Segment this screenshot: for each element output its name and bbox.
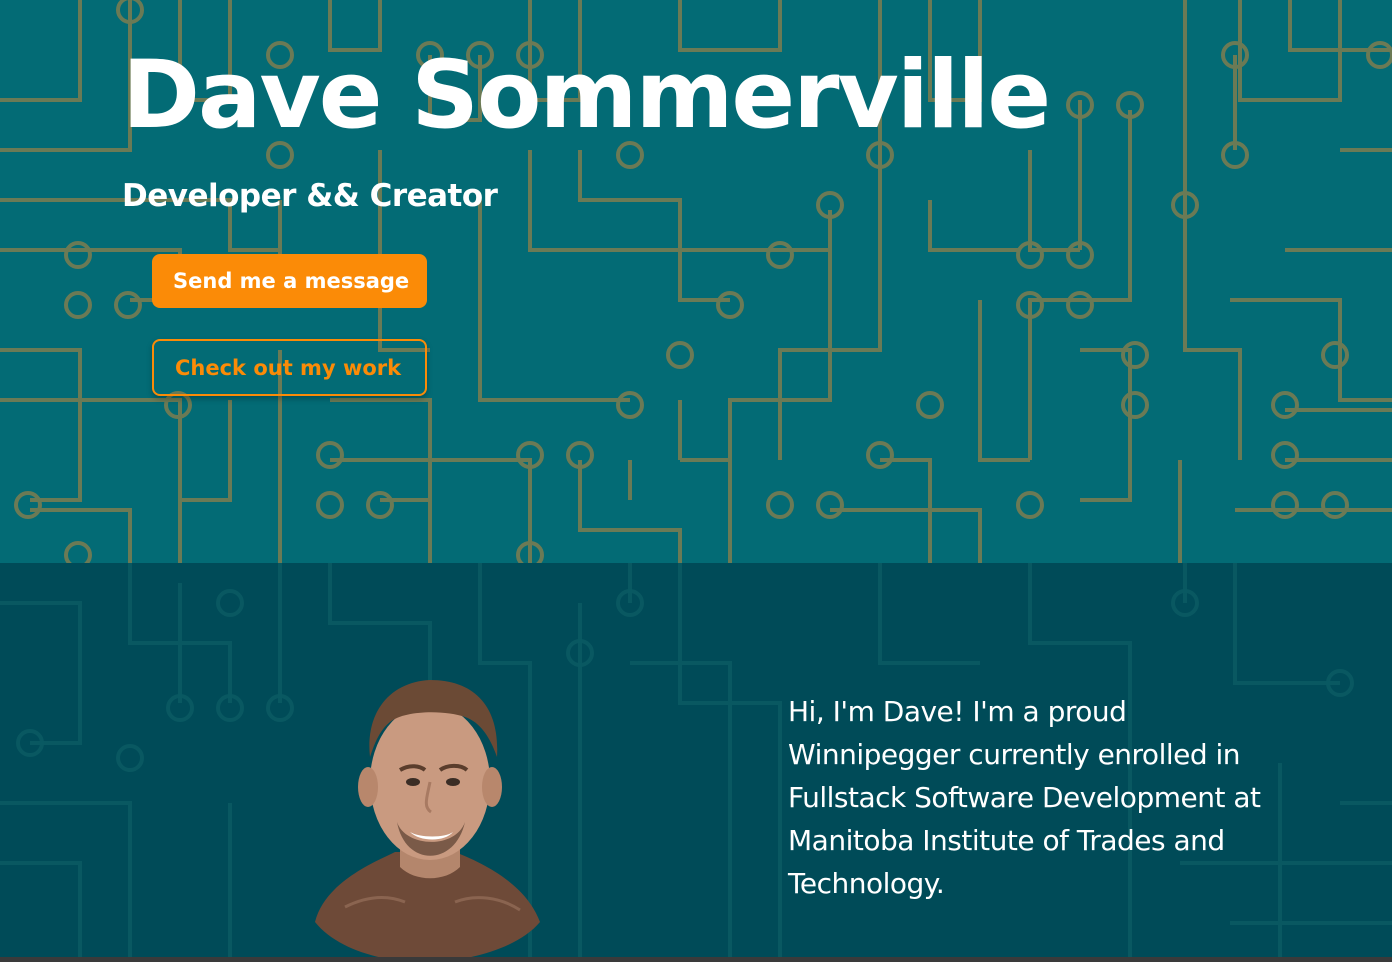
- section-divider: [0, 957, 1392, 962]
- intro-text: Hi, I'm Dave! I'm a proud Winnipegger cu…: [788, 695, 1261, 900]
- page-title: Dave Sommerville: [122, 41, 1051, 150]
- hero-section: Dave Sommerville Developer && Creator Se…: [0, 0, 1392, 563]
- send-message-button[interactable]: Send me a message: [152, 254, 427, 308]
- profile-photo: [315, 680, 540, 962]
- view-work-button[interactable]: Check out my work: [152, 339, 427, 396]
- tagline: Developer && Creator: [122, 178, 498, 214]
